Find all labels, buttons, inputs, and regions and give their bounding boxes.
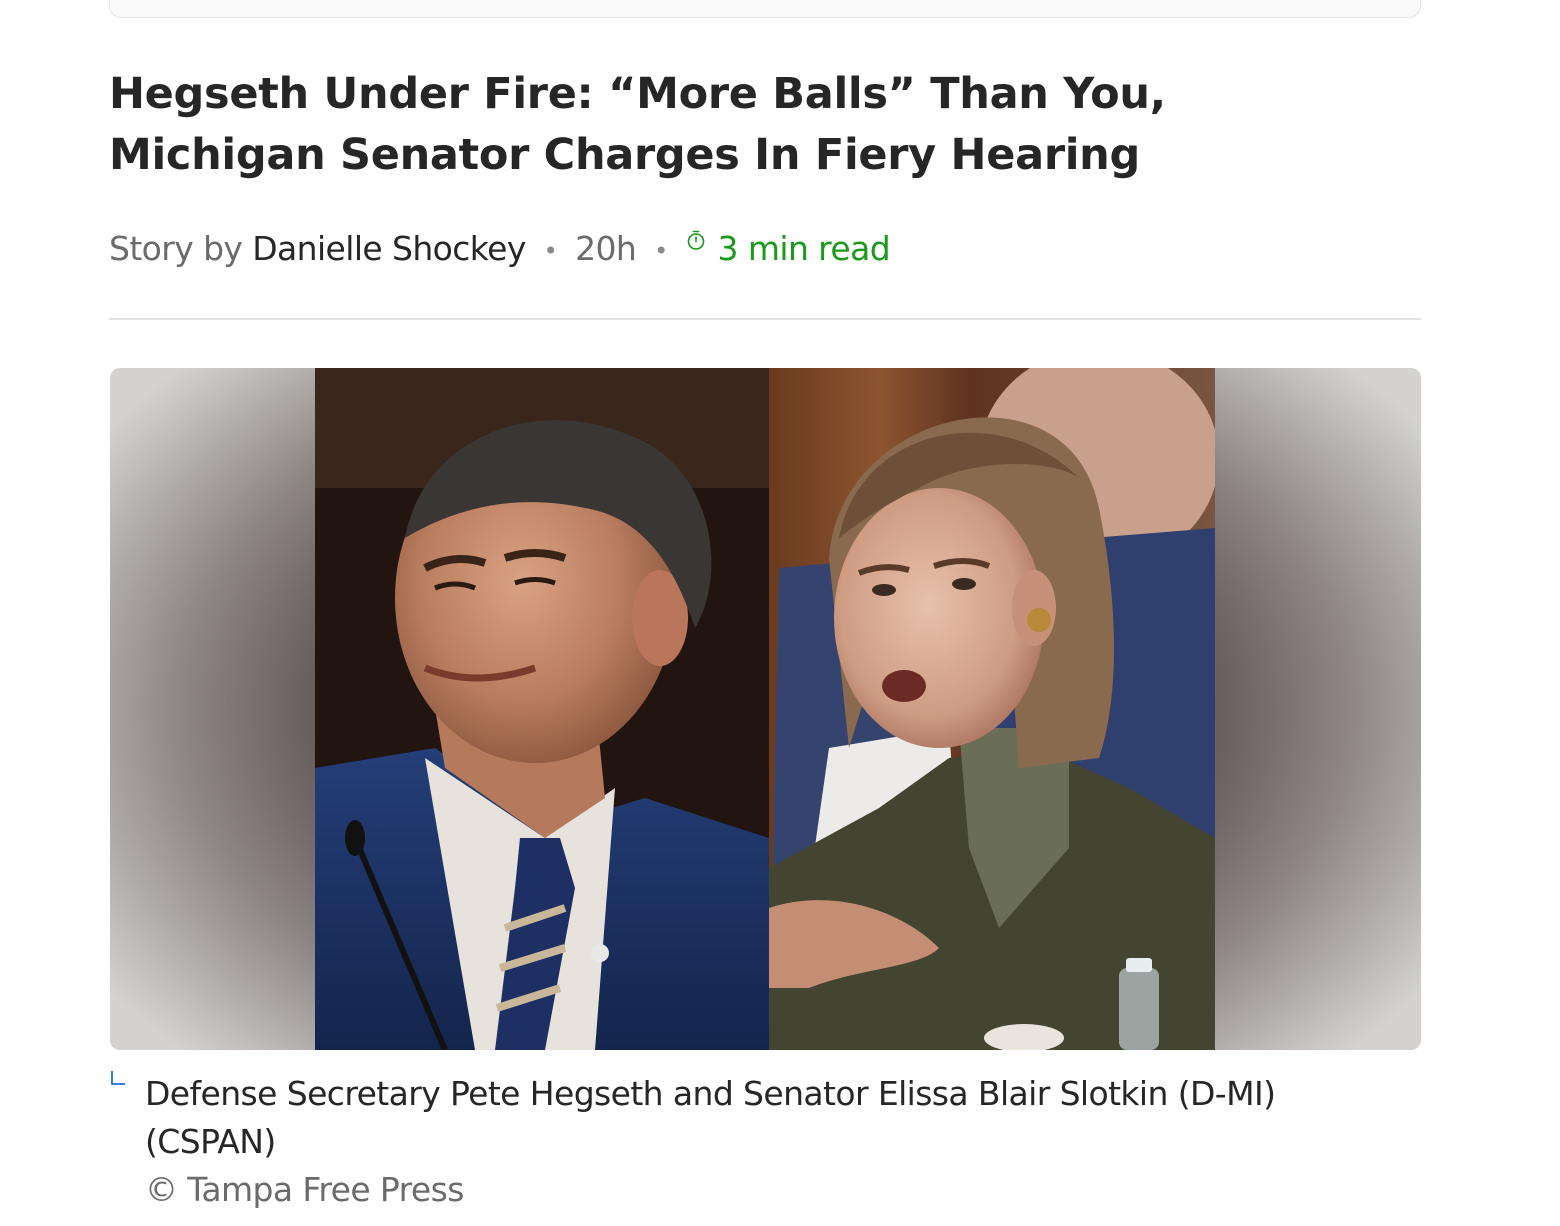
previous-card xyxy=(109,0,1421,18)
image-credit: © Tampa Free Press xyxy=(145,1170,464,1209)
photo-left-illustration xyxy=(315,368,769,1050)
hero-image[interactable] xyxy=(110,368,1421,1050)
read-time-label: 3 min read xyxy=(717,229,891,268)
photo-right-illustration xyxy=(769,368,1215,1050)
article-age: 20h xyxy=(575,229,637,268)
author-link[interactable]: Danielle Shockey xyxy=(252,229,526,268)
byline-separator: • xyxy=(543,236,558,265)
image-caption: Defense Secretary Pete Hegseth and Senat… xyxy=(145,1074,1276,1161)
article-byline: Story by Danielle Shockey • 20h • 3 min … xyxy=(109,226,891,274)
stopwatch-icon xyxy=(687,230,704,250)
photo-panel-left xyxy=(315,368,769,1050)
photo-panel-right xyxy=(769,368,1215,1050)
article-headline: Hegseth Under Fire: “More Balls” Than Yo… xyxy=(109,69,1166,180)
byline-prefix: Story by xyxy=(109,229,243,268)
caption-corner-icon xyxy=(111,1071,125,1085)
byline-separator: • xyxy=(654,236,668,265)
byline-divider xyxy=(109,318,1421,320)
read-time: 3 min read xyxy=(686,229,891,268)
hero-photo-composite xyxy=(315,368,1215,1050)
